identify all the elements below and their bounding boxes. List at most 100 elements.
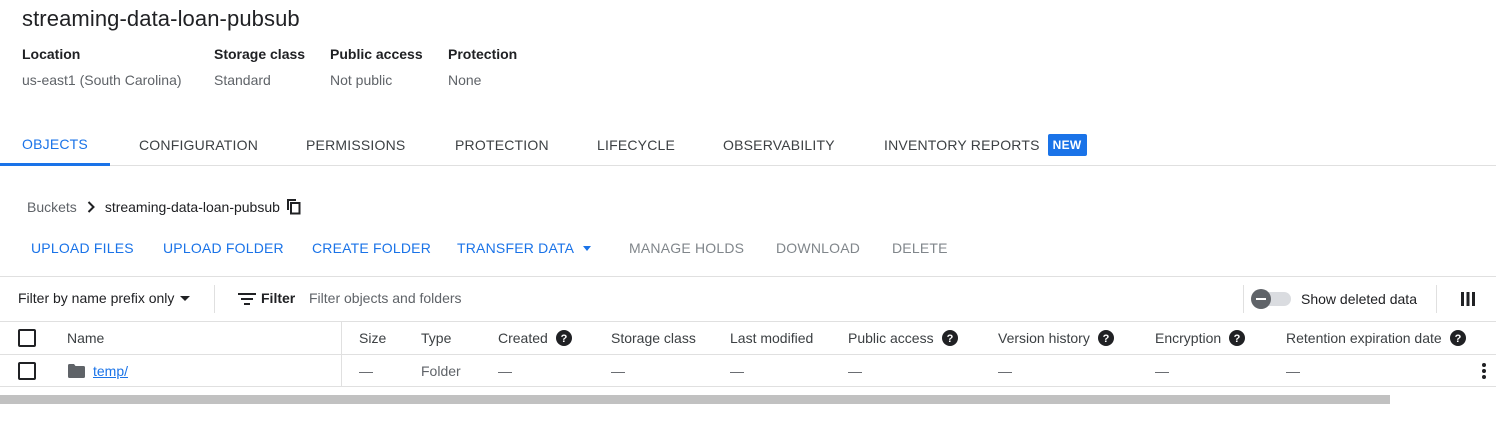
tab-observability[interactable]: OBSERVABILITY — [723, 124, 835, 166]
size-cell: — — [359, 363, 373, 379]
transfer-data-button[interactable]: TRANSFER DATA — [457, 232, 592, 264]
tab-lifecycle[interactable]: LIFECYCLE — [597, 124, 675, 166]
delete-button[interactable]: DELETE — [892, 232, 948, 264]
manage-holds-button[interactable]: MANAGE HOLDS — [629, 232, 744, 264]
chevron-down-icon — [180, 295, 191, 301]
col-header-public-access[interactable]: Public access ? — [848, 322, 958, 354]
tab-label: OBSERVABILITY — [723, 137, 835, 153]
table-row: temp/ — Folder — — — — — — — — [0, 354, 1496, 387]
filter-input[interactable] — [309, 286, 909, 310]
filter-prefix-label: Filter by name prefix only — [18, 290, 175, 306]
filter-bar: Filter by name prefix only Filter Show d… — [0, 276, 1496, 321]
show-deleted-toggle[interactable] — [1251, 289, 1291, 309]
table-header-row: Name Size Type Created ? Storage class L… — [0, 321, 1496, 354]
col-header-last-modified[interactable]: Last modified — [730, 322, 813, 354]
filter-list-icon[interactable] — [238, 292, 256, 311]
breadcrumb-current: streaming-data-loan-pubsub — [104, 199, 280, 215]
tab-label: PERMISSIONS — [306, 137, 406, 153]
create-folder-button[interactable]: CREATE FOLDER — [312, 232, 431, 264]
toggle-knob — [1251, 289, 1271, 309]
download-button[interactable]: DOWNLOAD — [776, 232, 860, 264]
tab-label: OBJECTS — [22, 135, 88, 152]
meta-location: Location us-east1 (South Carolina) — [22, 46, 182, 88]
column-divider[interactable] — [341, 322, 342, 354]
bucket-title: streaming-data-loan-pubsub — [22, 6, 300, 31]
storage-class-cell: — — [611, 363, 625, 379]
column-divider — [341, 355, 342, 386]
filter-label: Filter — [261, 290, 296, 306]
col-header-name[interactable]: Name — [67, 322, 104, 354]
help-circle-icon[interactable]: ? — [555, 330, 572, 346]
col-header-label: Encryption — [1155, 330, 1222, 346]
row-checkbox[interactable] — [18, 362, 36, 380]
meta-value: None — [448, 72, 482, 88]
chevron-down-icon — [583, 245, 592, 251]
meta-public-access: Public access Not public — [330, 46, 423, 88]
encryption-cell: — — [1155, 363, 1169, 379]
tab-bar: OBJECTS CONFIGURATION PERMISSIONS PROTEC… — [0, 124, 1496, 166]
folder-icon — [68, 364, 85, 378]
meta-protection: Protection None — [448, 46, 517, 88]
tab-permissions[interactable]: PERMISSIONS — [306, 124, 405, 166]
col-header-label: Version history — [998, 330, 1090, 346]
tab-inventory-reports[interactable]: INVENTORY REPORTS NEW — [884, 124, 1087, 166]
svg-text:?: ? — [1102, 333, 1109, 345]
col-header-type[interactable]: Type — [421, 322, 451, 354]
breadcrumb: Buckets streaming-data-loan-pubsub — [27, 197, 301, 217]
svg-text:?: ? — [1454, 333, 1461, 345]
col-header-retention[interactable]: Retention expiration date ? — [1286, 322, 1466, 354]
help-circle-icon[interactable]: ? — [1097, 330, 1114, 346]
meta-label: Storage class — [214, 46, 306, 62]
view-column-icon[interactable] — [1461, 292, 1475, 311]
action-toolbar: UPLOAD FILES UPLOAD FOLDER CREATE FOLDER… — [0, 232, 1496, 264]
breadcrumb-buckets-link[interactable]: Buckets — [27, 199, 77, 215]
meta-label: Location — [22, 46, 81, 62]
col-header-version-history[interactable]: Version history ? — [998, 322, 1114, 354]
help-circle-icon[interactable]: ? — [1229, 330, 1246, 346]
meta-value: Standard — [214, 72, 271, 88]
show-deleted-label: Show deleted data — [1301, 291, 1417, 307]
version-history-cell: — — [998, 363, 1012, 379]
divider — [214, 285, 215, 313]
col-header-size[interactable]: Size — [359, 322, 386, 354]
divider — [1436, 285, 1437, 313]
meta-value: Not public — [330, 72, 393, 88]
select-all-checkbox[interactable] — [18, 329, 36, 347]
meta-value: us-east1 (South Carolina) — [22, 72, 182, 88]
tab-objects[interactable]: OBJECTS — [0, 124, 110, 166]
name-cell: temp/ — [68, 355, 128, 387]
svg-text:?: ? — [560, 333, 567, 345]
divider — [1243, 285, 1244, 313]
tab-label: PROTECTION — [455, 137, 549, 153]
meta-label: Public access — [330, 46, 423, 62]
svg-text:?: ? — [1234, 333, 1241, 345]
tab-label: CONFIGURATION — [139, 137, 259, 153]
help-circle-icon[interactable]: ? — [1449, 330, 1466, 346]
tab-configuration[interactable]: CONFIGURATION — [139, 124, 258, 166]
col-header-label: Public access — [848, 330, 934, 346]
col-header-encryption[interactable]: Encryption ? — [1155, 322, 1246, 354]
created-cell: — — [498, 363, 512, 379]
horizontal-scrollbar[interactable] — [0, 395, 1390, 404]
type-cell: Folder — [421, 363, 461, 379]
help-circle-icon[interactable]: ? — [941, 330, 958, 346]
copy-icon[interactable] — [286, 199, 301, 215]
row-checkbox-cell — [18, 355, 36, 387]
more-vert-icon[interactable] — [1481, 362, 1487, 385]
col-header-storage-class[interactable]: Storage class — [611, 322, 696, 354]
col-header-label: Retention expiration date — [1286, 330, 1442, 346]
meta-storage-class: Storage class Standard — [214, 46, 305, 88]
col-header-label: Created — [498, 330, 548, 346]
tab-label: LIFECYCLE — [597, 137, 676, 153]
filter-prefix-select[interactable]: Filter by name prefix only — [18, 290, 191, 306]
object-name-link[interactable]: temp/ — [93, 363, 128, 379]
retention-cell: — — [1286, 363, 1300, 379]
public-access-cell: — — [848, 363, 862, 379]
upload-files-button[interactable]: UPLOAD FILES — [31, 232, 134, 264]
tab-protection[interactable]: PROTECTION — [455, 124, 549, 166]
select-all-checkbox-cell — [18, 322, 36, 354]
col-header-created[interactable]: Created ? — [498, 322, 572, 354]
meta-label: Protection — [448, 46, 518, 62]
transfer-data-label: TRANSFER DATA — [457, 240, 575, 256]
upload-folder-button[interactable]: UPLOAD FOLDER — [163, 232, 284, 264]
